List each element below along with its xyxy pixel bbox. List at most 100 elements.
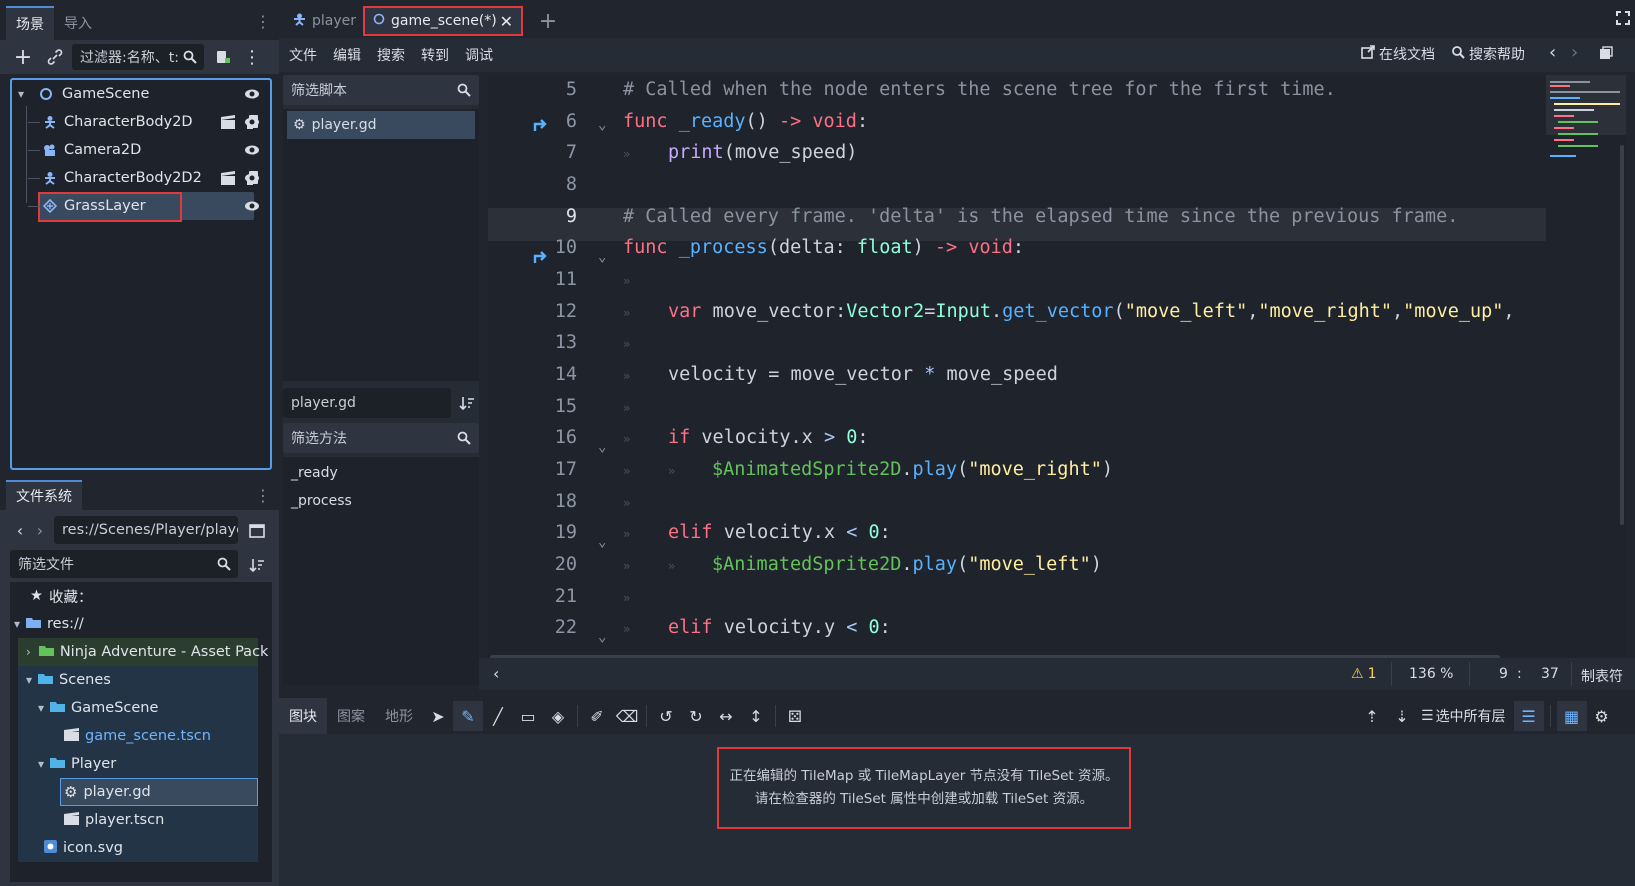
fs-item-game-scene-tscn[interactable]: game_scene.tscn <box>64 722 211 750</box>
rect-tool-icon[interactable]: ▭ <box>513 701 543 731</box>
forward-icon[interactable]: › <box>32 518 48 542</box>
code-editor[interactable]: ⌄ ⌄ ⌄ ⌄ ⌄ 5 # Called when the node enter… <box>488 75 1546 658</box>
bucket-tool-icon[interactable]: ◈ <box>543 701 573 731</box>
close-icon[interactable]: ✕ <box>500 12 513 31</box>
picker-tool-icon[interactable]: ✐ <box>582 701 612 731</box>
highlight-layer-icon[interactable]: ☰ <box>1513 701 1544 731</box>
chevron-right-icon[interactable]: › <box>26 645 31 659</box>
next-script-icon[interactable]: › <box>1571 42 1578 63</box>
script-item-player-gd[interactable]: ⚙ player.gd <box>287 111 475 139</box>
grid-icon[interactable]: ▦ <box>1556 701 1587 731</box>
add-tab-icon[interactable]: + <box>535 8 561 34</box>
tab-scene[interactable]: 场景 <box>6 6 54 40</box>
layer-up-icon[interactable]: ⇡ <box>1357 701 1387 731</box>
tree-item-grasslayer[interactable]: GrassLayer <box>12 192 270 220</box>
fold-chevron-icon[interactable]: ⌄ <box>598 629 606 645</box>
fs-item-player-gd[interactable]: ⚙ player.gd <box>64 778 151 806</box>
window-icon[interactable] <box>1599 46 1613 64</box>
flip-h-icon[interactable]: ↔ <box>711 701 741 731</box>
sort-icon[interactable] <box>459 395 475 415</box>
method-filter-input[interactable]: 筛选方法 <box>283 423 479 453</box>
settings-sliders-icon[interactable]: ⚙ <box>1587 701 1617 731</box>
fs-path-field[interactable]: res://Scenes/Player/player. <box>54 516 238 544</box>
fold-chevron-icon[interactable]: ⌄ <box>598 117 606 133</box>
rotate-right-icon[interactable]: ↻ <box>681 701 711 731</box>
split-view-icon[interactable] <box>246 520 268 542</box>
sort-icon[interactable] <box>246 554 268 576</box>
chevron-down-icon[interactable]: ▾ <box>18 87 36 101</box>
tree-item-gamescene[interactable]: ▾ GameScene <box>12 80 270 108</box>
prev-script-icon[interactable]: ‹ <box>1549 42 1556 63</box>
tree-item-characterbody2d2[interactable]: CharacterBody2D2 <box>12 164 270 192</box>
paint-tool-icon[interactable]: ✎ <box>453 701 483 731</box>
zoom-level[interactable]: 136 % <box>1409 666 1453 682</box>
method-item-ready[interactable]: _ready <box>291 465 338 481</box>
fs-item-player-tscn[interactable]: player.tscn <box>64 806 164 834</box>
collapse-left-icon[interactable]: ‹ <box>493 664 499 683</box>
tree-item-characterbody2d[interactable]: CharacterBody2D <box>12 108 270 136</box>
tab-import[interactable]: 导入 <box>54 6 102 40</box>
indent-mode[interactable]: 制表符 <box>1581 666 1623 686</box>
fs-item-player-folder[interactable]: ▾ Player <box>38 750 116 778</box>
attach-script-icon[interactable] <box>210 44 236 70</box>
menu-file[interactable]: 文件 <box>289 45 317 65</box>
layer-down-icon[interactable]: ⇣ <box>1387 701 1417 731</box>
online-docs-button[interactable]: 在线文档 <box>1361 44 1435 64</box>
menu-search[interactable]: 搜索 <box>377 45 405 65</box>
no-tileset-message: 正在编辑的 TileMap 或 TileMapLayer 节点没有 TileSe… <box>717 747 1131 829</box>
visibility-eye-icon[interactable] <box>244 142 260 158</box>
chevron-down-icon[interactable]: ▾ <box>38 701 44 715</box>
fs-filter-input[interactable]: 筛选文件 <box>10 550 238 578</box>
visibility-eye-icon[interactable] <box>244 114 260 134</box>
method-item-process[interactable]: _process <box>291 493 352 509</box>
visibility-eye-icon[interactable] <box>244 86 260 102</box>
select-all-layers-button[interactable]: 选中所有层 <box>1436 706 1506 726</box>
eraser-tool-icon[interactable]: ⌫ <box>612 701 642 731</box>
tab-game-scene[interactable]: game_scene(*) ✕ <box>363 6 523 36</box>
line-tool-icon[interactable]: ╱ <box>483 701 513 731</box>
code-line: var move_vector:Vector2=Input.get_vector… <box>668 301 1515 322</box>
visibility-eye-icon[interactable] <box>244 170 260 190</box>
fs-item-favorites[interactable]: ★ 收藏： <box>30 582 93 610</box>
script-filter-input[interactable]: 筛选脚本 <box>283 75 479 105</box>
clapperboard-icon[interactable] <box>220 170 236 190</box>
add-node-icon[interactable]: + <box>10 44 36 70</box>
fullscreen-icon[interactable] <box>1613 8 1633 28</box>
menu-debug[interactable]: 调试 <box>465 45 493 65</box>
tab-tiles[interactable]: 图块 <box>279 698 327 734</box>
fs-item-gamescene-folder[interactable]: ▾ GameScene <box>38 694 158 722</box>
vertical-scrollbar[interactable] <box>1620 145 1624 525</box>
fs-item-scenes[interactable]: ▾ Scenes <box>26 666 111 694</box>
fs-item-ninja-adventure[interactable]: › Ninja Adventure - Asset Pack <box>26 638 268 666</box>
visibility-eye-icon[interactable] <box>244 198 260 214</box>
chevron-down-icon[interactable]: ▾ <box>38 757 44 771</box>
fold-chevron-icon[interactable]: ⌄ <box>598 534 606 550</box>
select-tool-icon[interactable]: ➤ <box>423 701 453 731</box>
random-tile-icon[interactable]: ⚄ <box>780 701 810 731</box>
tab-player[interactable]: player <box>283 6 366 36</box>
search-help-button[interactable]: 搜索帮助 <box>1451 44 1525 64</box>
dock-menu-icon[interactable]: ⋮ <box>255 10 271 32</box>
tab-filesystem[interactable]: 文件系统 <box>6 480 82 510</box>
code-line: velocity = move_vector * move_speed <box>668 364 1058 385</box>
fs-item-res[interactable]: ▾ res:// <box>14 610 84 638</box>
clapperboard-icon[interactable] <box>220 114 236 134</box>
menu-goto[interactable]: 转到 <box>421 45 449 65</box>
flip-v-icon[interactable]: ↕ <box>741 701 771 731</box>
chevron-down-icon[interactable]: ▾ <box>26 673 32 687</box>
chevron-down-icon[interactable]: ▾ <box>14 617 20 631</box>
tab-patterns[interactable]: 图案 <box>327 698 375 734</box>
menu-edit[interactable]: 编辑 <box>333 45 361 65</box>
warnings-indicator[interactable]: ⚠ 1 <box>1351 666 1376 682</box>
scene-menu-icon[interactable]: ⋮ <box>242 44 262 70</box>
tab-terrains[interactable]: 地形 <box>375 698 423 734</box>
link-icon[interactable] <box>42 44 68 70</box>
rotate-left-icon[interactable]: ↺ <box>651 701 681 731</box>
fs-item-icon-svg[interactable]: icon.svg <box>44 834 123 862</box>
minimap[interactable] <box>1546 75 1626 658</box>
fold-chevron-icon[interactable]: ⌄ <box>598 439 606 455</box>
tree-item-camera2d[interactable]: Camera2D <box>12 136 270 164</box>
back-icon[interactable]: ‹ <box>12 518 28 542</box>
fold-chevron-icon[interactable]: ⌄ <box>598 249 606 265</box>
dock-menu-icon[interactable]: ⋮ <box>255 484 271 506</box>
